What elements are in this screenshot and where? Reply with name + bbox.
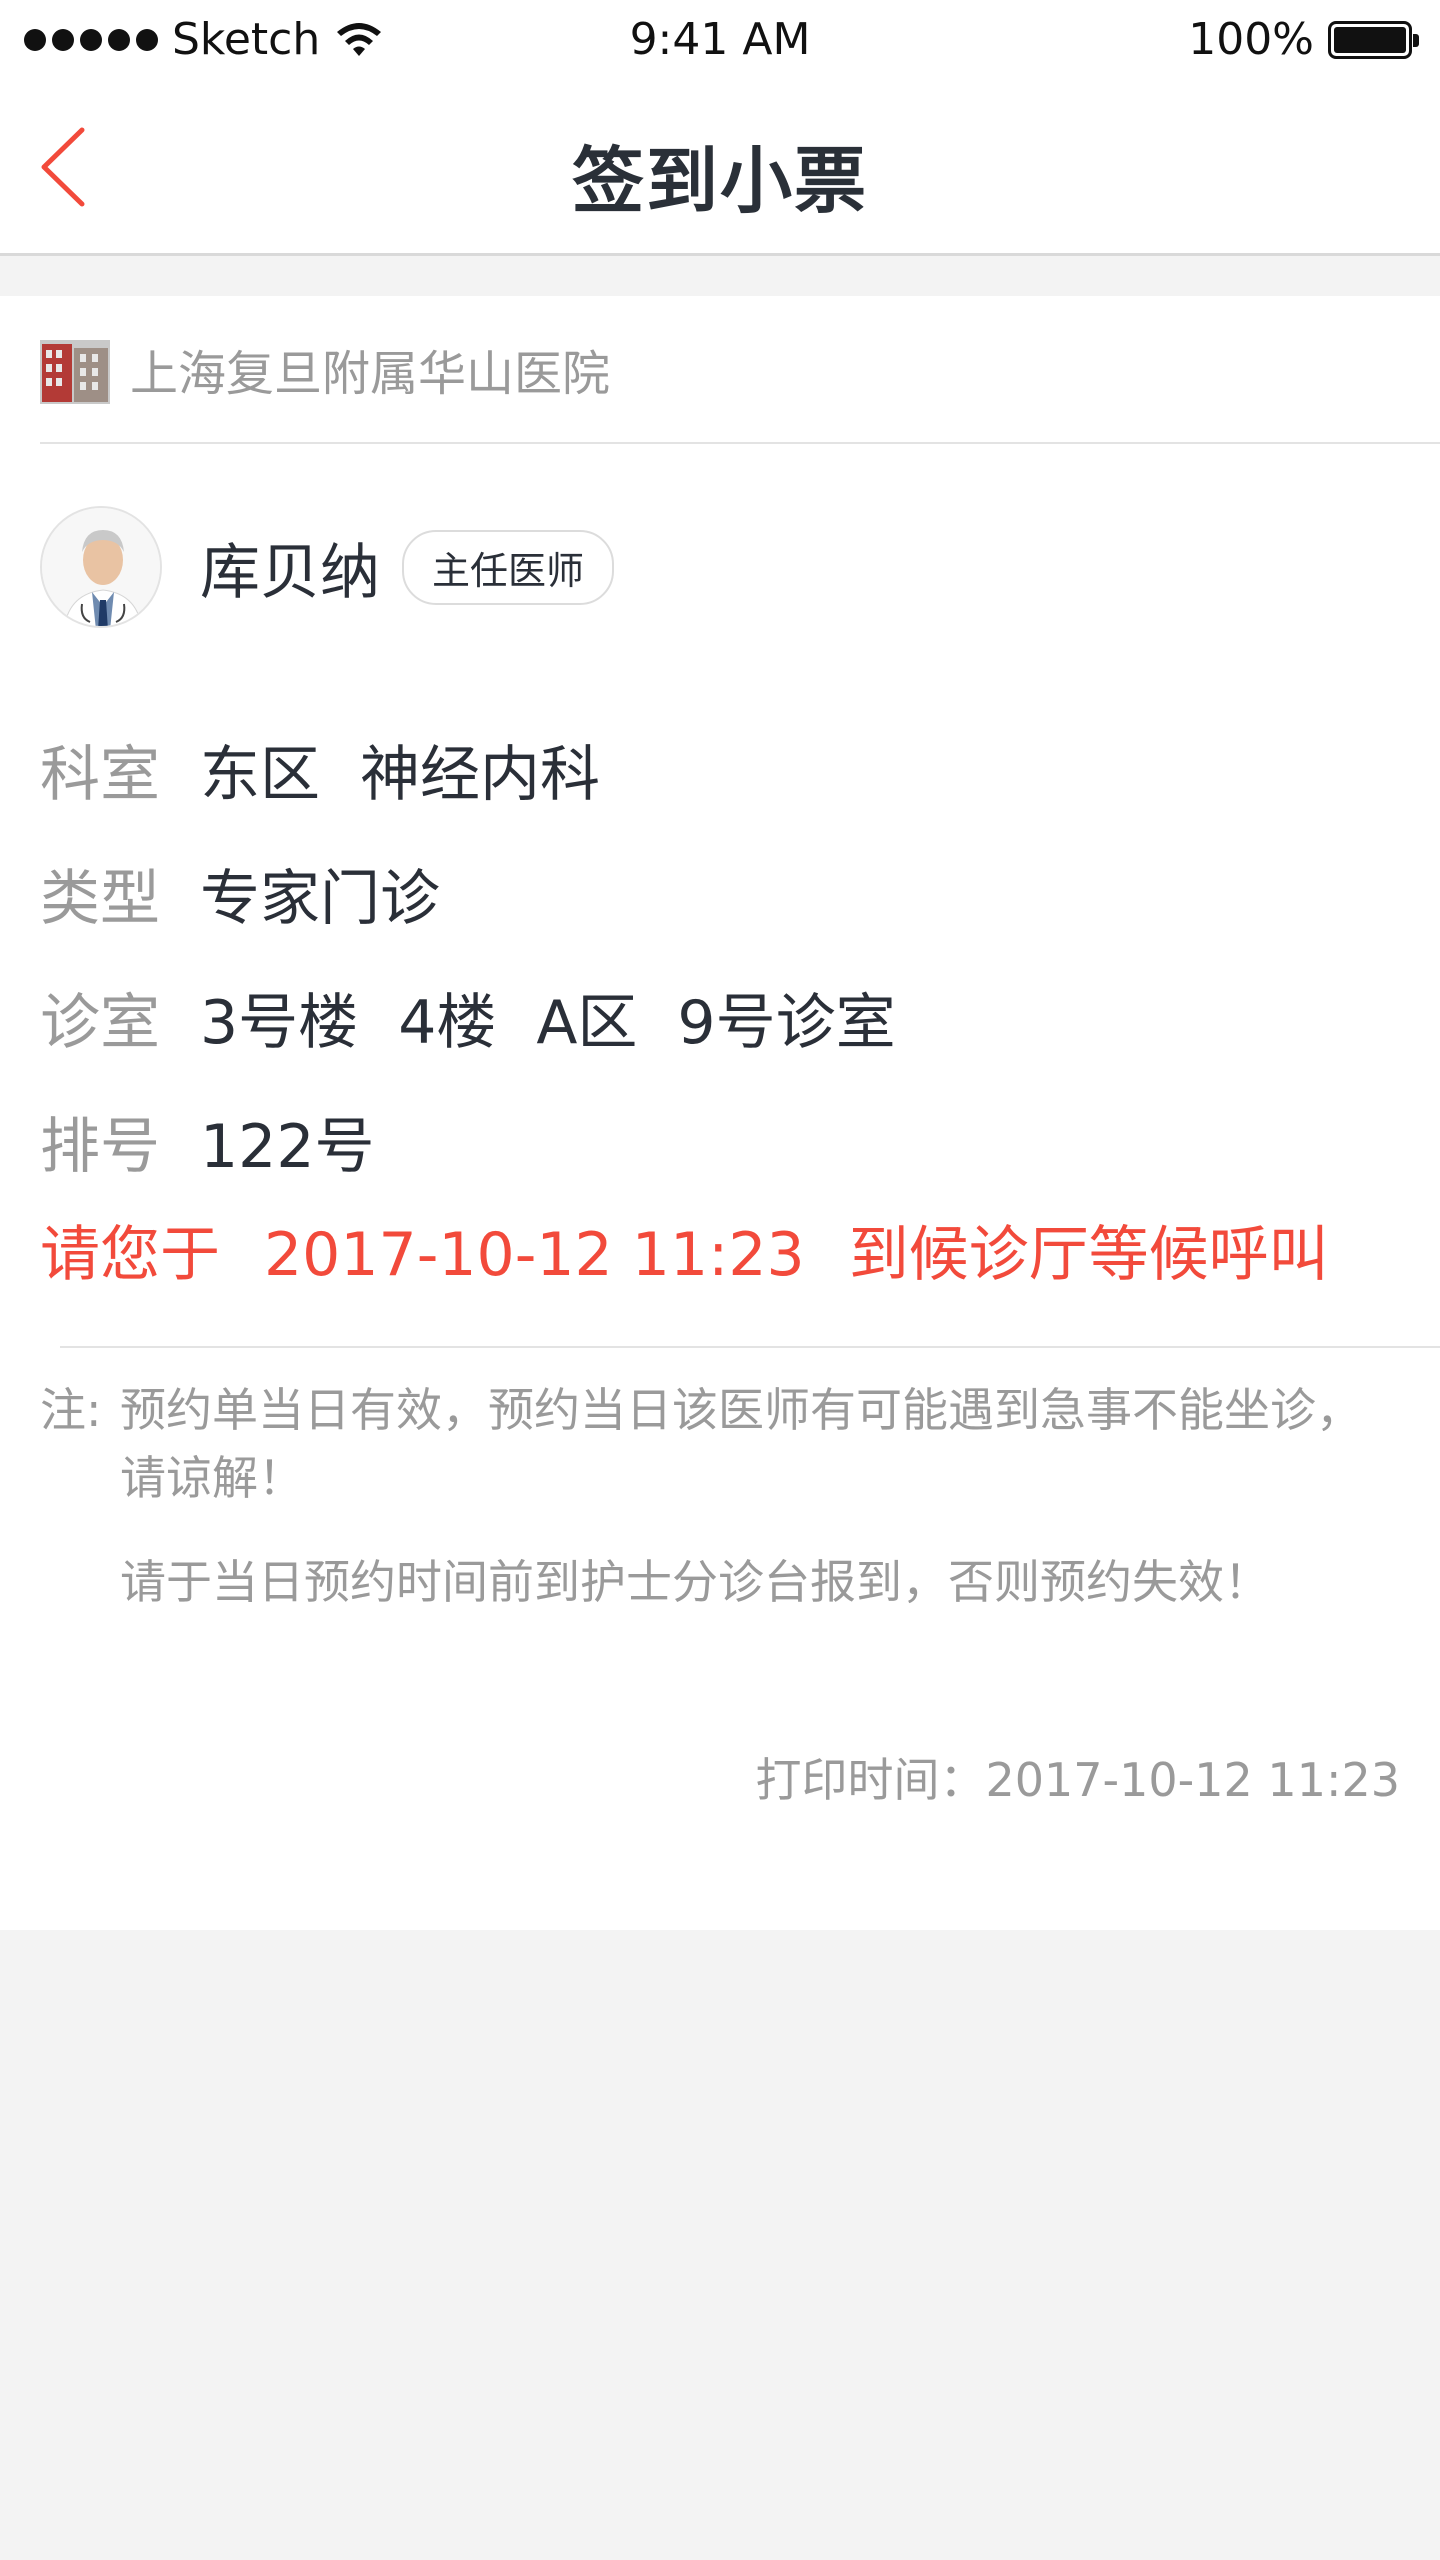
department-area: 东区 bbox=[200, 740, 320, 810]
hospital-row: 上海复旦附属华山医院 bbox=[40, 296, 1440, 444]
doctor-name: 库贝纳 bbox=[200, 537, 380, 608]
department-row: 科室 东区 神经内科 bbox=[40, 726, 600, 813]
doctor-row: 库贝纳 主任医师 bbox=[40, 506, 615, 628]
room-zone: A区 bbox=[536, 988, 638, 1058]
department-value: 东区 神经内科 bbox=[200, 726, 600, 813]
room-building: 3号楼 bbox=[200, 988, 359, 1058]
status-bar: Sketch 9:41 AM 100% bbox=[0, 0, 1440, 82]
room-label: 诊室 bbox=[40, 988, 160, 1058]
doctor-photo-icon bbox=[42, 508, 160, 626]
nav-bar: 签到小票 bbox=[0, 82, 1440, 256]
room-row: 诊室 3号楼 4楼 A区 9号诊室 bbox=[40, 974, 896, 1061]
type-row: 类型 专家门诊 bbox=[40, 850, 440, 937]
print-time: 打印时间：2017-10-12 11:23 bbox=[755, 1753, 1400, 1807]
battery-icon bbox=[1328, 20, 1419, 59]
queue-row: 排号 122号 bbox=[40, 1098, 375, 1185]
note-line-2: 请于当日预约时间前到护士分诊台报到，否则预约失效！ bbox=[120, 1555, 1270, 1609]
battery-percentage: 100% bbox=[1188, 14, 1314, 65]
queue-label: 排号 bbox=[40, 1112, 160, 1182]
doctor-avatar bbox=[40, 506, 162, 628]
note-prefix: 注: bbox=[40, 1383, 102, 1437]
status-right: 100% bbox=[1188, 14, 1419, 65]
hospital-building-icon bbox=[40, 340, 110, 404]
note-line-1: 预约单当日有效，预约当日该医师有可能遇到急事不能坐诊，请谅解！ bbox=[120, 1383, 1362, 1505]
hospital-name: 上海复旦附属华山医院 bbox=[130, 346, 611, 402]
room-number: 9号诊室 bbox=[677, 988, 896, 1058]
notes-block: 注: 预约单当日有效，预约当日该医师有可能遇到急事不能坐诊，请谅解！ 请于当日预… bbox=[40, 1376, 1400, 1616]
room-value: 3号楼 4楼 A区 9号诊室 bbox=[200, 974, 896, 1061]
room-floor: 4楼 bbox=[398, 988, 497, 1058]
type-value: 专家门诊 bbox=[200, 864, 440, 934]
notice-suffix: 到候诊厅等候呼叫 bbox=[848, 1220, 1329, 1290]
department-name: 神经内科 bbox=[360, 740, 600, 810]
doctor-title-badge: 主任医师 bbox=[402, 529, 615, 605]
divider bbox=[60, 1346, 1440, 1348]
queue-value: 122号 bbox=[200, 1112, 375, 1182]
notice-datetime: 2017-10-12 11:23 bbox=[264, 1220, 805, 1290]
department-label: 科室 bbox=[40, 740, 160, 810]
page-title: 签到小票 bbox=[571, 139, 868, 223]
screen: Sketch 9:41 AM 100% 签到小票 上海复旦附属华山医院 库贝纳 … bbox=[0, 0, 1440, 2560]
ticket-card: 上海复旦附属华山医院 库贝纳 主任医师 科室 东区 神经内科 类型 专家门诊 诊… bbox=[0, 296, 1440, 1930]
type-label: 类型 bbox=[40, 864, 160, 934]
arrival-notice: 请您于 2017-10-12 11:23 到候诊厅等候呼叫 bbox=[40, 1206, 1329, 1293]
notice-prefix: 请您于 bbox=[40, 1220, 220, 1290]
